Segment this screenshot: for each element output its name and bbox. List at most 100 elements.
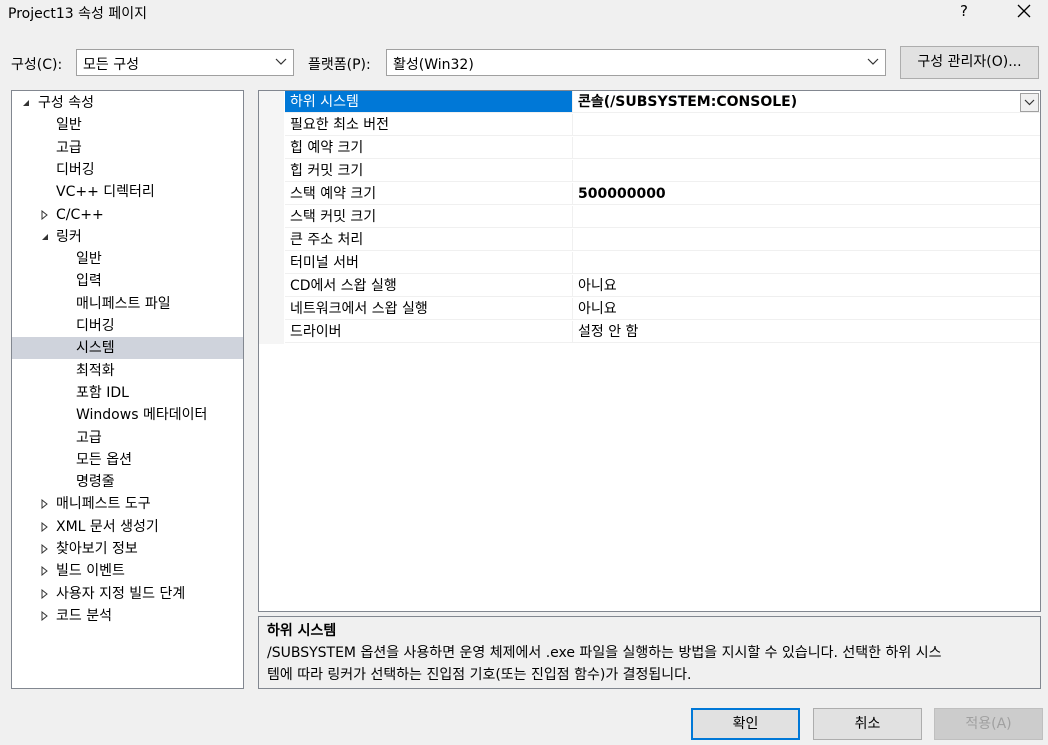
tree-item[interactable]: 매니페스트 파일 xyxy=(12,293,243,315)
tree-item[interactable]: 코드 분석 xyxy=(12,605,243,627)
row-gutter xyxy=(259,206,284,229)
tree-item[interactable]: 시스템 xyxy=(12,337,243,360)
tree-item[interactable]: Windows 메타데이터 xyxy=(12,404,243,426)
property-value[interactable] xyxy=(573,252,1040,274)
tree-item-label: 입력 xyxy=(76,273,102,290)
tree-item-label: 매니페스트 파일 xyxy=(76,295,171,312)
tree-item[interactable]: 모든 옵션 xyxy=(12,449,243,471)
tree-item-label: 고급 xyxy=(76,429,102,446)
chevron-down-icon xyxy=(275,58,287,65)
configuration-manager-button[interactable]: 구성 관리자(O)... xyxy=(900,46,1039,79)
row-gutter xyxy=(259,252,284,275)
platform-dropdown[interactable]: 활성(Win32) xyxy=(386,49,886,76)
description-panel: 하위 시스템 /SUBSYSTEM 옵션을 사용하면 운영 체제에서 .exe … xyxy=(258,616,1041,689)
property-row[interactable]: CD에서 스왑 실행 아니요 xyxy=(259,275,1040,298)
property-value[interactable]: 아니요 xyxy=(573,275,1040,297)
collapsed-arrow-icon[interactable] xyxy=(40,209,50,220)
tree-item[interactable]: 링커 xyxy=(12,226,243,248)
property-row[interactable]: 네트워크에서 스왑 실행 아니요 xyxy=(259,298,1040,321)
tree-item[interactable]: 빌드 이벤트 xyxy=(12,560,243,582)
property-row[interactable]: 큰 주소 처리 xyxy=(259,229,1040,252)
property-row[interactable]: 힙 커밋 크기 xyxy=(259,160,1040,183)
property-row[interactable]: 드라이버 설정 안 함 xyxy=(259,321,1040,344)
property-name: 하위 시스템 xyxy=(285,91,573,113)
tree-item[interactable]: 고급 xyxy=(12,427,243,449)
tree-item-label: XML 문서 생성기 xyxy=(56,518,159,535)
chevron-down-icon xyxy=(1024,99,1035,106)
expanded-arrow-icon[interactable] xyxy=(40,232,50,242)
tree-item[interactable]: 명령줄 xyxy=(12,471,243,493)
config-dropdown[interactable]: 모든 구성 xyxy=(76,49,294,76)
tree-item[interactable]: 찾아보기 정보 xyxy=(12,538,243,560)
tree-item[interactable]: 디버깅 xyxy=(12,159,243,181)
platform-label: 플랫폼(P): xyxy=(308,57,371,73)
row-gutter xyxy=(259,91,284,114)
property-row[interactable]: 필요한 최소 버전 xyxy=(259,114,1040,137)
tree-item-label: 빌드 이벤트 xyxy=(56,563,125,580)
row-gutter xyxy=(259,321,284,344)
property-row[interactable]: 스택 커밋 크기 xyxy=(259,206,1040,229)
property-name: 힙 예약 크기 xyxy=(285,137,573,159)
property-name: 스택 커밋 크기 xyxy=(285,206,573,228)
property-value[interactable] xyxy=(573,160,1040,182)
row-gutter xyxy=(259,160,284,183)
row-gutter xyxy=(259,183,284,206)
tree-item-label: 사용자 지정 빌드 단계 xyxy=(56,585,186,602)
row-gutter xyxy=(259,229,284,252)
tree-item[interactable]: 고급 xyxy=(12,137,243,159)
property-row[interactable]: 스택 예약 크기 500000000 xyxy=(259,183,1040,206)
expanded-arrow-icon[interactable] xyxy=(21,98,31,108)
property-value[interactable]: 아니요 xyxy=(573,298,1040,320)
property-name: CD에서 스왑 실행 xyxy=(285,275,573,297)
property-value[interactable] xyxy=(573,137,1040,159)
tree-item[interactable]: 일반 xyxy=(12,248,243,270)
property-row[interactable]: 하위 시스템 콘솔(/SUBSYSTEM:CONSOLE) xyxy=(259,91,1040,114)
property-value[interactable] xyxy=(573,229,1040,251)
tree-item[interactable]: 최적화 xyxy=(12,360,243,382)
tree-item[interactable]: 일반 xyxy=(12,114,243,136)
property-grid[interactable]: 하위 시스템 콘솔(/SUBSYSTEM:CONSOLE) 필요한 최소 버전 힙 예… xyxy=(258,90,1041,612)
tree-item[interactable]: XML 문서 생성기 xyxy=(12,516,243,538)
collapsed-arrow-icon[interactable] xyxy=(40,610,50,621)
row-gutter xyxy=(259,137,284,160)
window-title: Project13 속성 페이지 xyxy=(8,6,148,22)
description-title: 하위 시스템 xyxy=(267,623,337,639)
property-value[interactable]: 설정 안 함 xyxy=(573,321,1040,343)
apply-button[interactable]: 적용(A) xyxy=(934,708,1043,740)
tree-item[interactable]: C/C++ xyxy=(12,204,243,226)
tree-item[interactable]: 매니페스트 도구 xyxy=(12,493,243,515)
property-value[interactable]: 500000000 xyxy=(573,183,1040,205)
collapsed-arrow-icon[interactable] xyxy=(40,521,50,532)
property-name: 네트워크에서 스왑 실행 xyxy=(285,298,573,320)
property-name: 스택 예약 크기 xyxy=(285,183,573,205)
property-row[interactable]: 힙 예약 크기 xyxy=(259,137,1040,160)
tree-item-label: 일반 xyxy=(56,117,82,134)
value-dropdown-button[interactable] xyxy=(1020,93,1039,112)
property-row[interactable]: 터미널 서버 xyxy=(259,252,1040,275)
row-gutter xyxy=(259,275,284,298)
tree-item[interactable]: 사용자 지정 빌드 단계 xyxy=(12,583,243,605)
tree-item[interactable]: 디버깅 xyxy=(12,315,243,337)
property-value[interactable]: 콘솔(/SUBSYSTEM:CONSOLE) xyxy=(573,91,1040,113)
property-value[interactable] xyxy=(573,206,1040,228)
tree-item-label: 디버깅 xyxy=(56,161,95,178)
collapsed-arrow-icon[interactable] xyxy=(40,588,50,599)
ok-button[interactable]: 확인 xyxy=(691,708,800,740)
cancel-button[interactable]: 취소 xyxy=(813,708,922,740)
config-value: 모든 구성 xyxy=(83,57,139,73)
config-label: 구성(C): xyxy=(11,57,63,73)
tree-item[interactable]: 입력 xyxy=(12,270,243,292)
collapsed-arrow-icon[interactable] xyxy=(40,566,50,577)
tree-item[interactable]: 포함 IDL xyxy=(12,382,243,404)
help-button[interactable]: ? xyxy=(960,2,968,20)
tree-item[interactable]: VC++ 디렉터리 xyxy=(12,181,243,203)
property-value[interactable] xyxy=(573,114,1040,136)
close-icon[interactable] xyxy=(1014,1,1034,21)
property-name: 터미널 서버 xyxy=(285,252,573,274)
collapsed-arrow-icon[interactable] xyxy=(40,544,50,554)
property-name: 힙 커밋 크기 xyxy=(285,160,573,182)
collapsed-arrow-icon[interactable] xyxy=(40,499,50,510)
property-name: 필요한 최소 버전 xyxy=(285,114,573,136)
tree-item[interactable]: 구성 속성 xyxy=(12,92,243,114)
property-tree[interactable]: 구성 속성 일반 고급 디버깅 VC++ 디렉터리 C/C++ 링커 일반 입력 매니페스트 파일… xyxy=(11,90,244,689)
